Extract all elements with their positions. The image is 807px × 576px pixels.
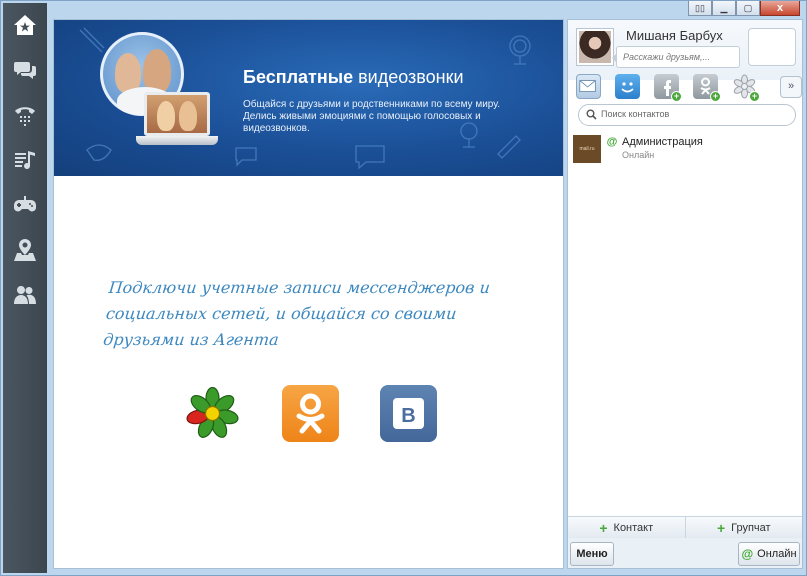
user-name[interactable]: Мишаня Барбух — [626, 28, 723, 43]
laptop-illustration — [136, 92, 218, 146]
contact-status: Онлайн — [622, 150, 655, 160]
status-button[interactable]: @ Онлайн — [738, 542, 800, 566]
chat-icon — [14, 62, 36, 79]
contact-avatar: mail.ru — [573, 135, 601, 163]
main-panel: Бесплатные видеозвонки Общайся с друзьям… — [53, 19, 564, 569]
home-star-icon — [14, 15, 36, 35]
close-icon[interactable]: x — [760, 1, 800, 16]
doodle-icon — [79, 27, 105, 53]
window-controls: ▯▯ ▁ ▢ x — [688, 1, 800, 17]
icq-icon[interactable] — [184, 385, 241, 442]
mail-icon[interactable] — [576, 74, 601, 99]
plus-icon: + — [599, 519, 608, 536]
sidebar-item-home[interactable] — [3, 3, 47, 47]
doodle-icon — [355, 145, 385, 170]
my-world-icon[interactable] — [615, 74, 640, 99]
maximize-icon[interactable]: ▢ — [736, 1, 760, 16]
contact-name: Администрация — [622, 136, 703, 148]
sidebar-item-calls[interactable] — [3, 93, 47, 137]
sidebar-item-people[interactable] — [3, 273, 47, 317]
video-calls-banner[interactable]: Бесплатные видеозвонки Общайся с друзьям… — [54, 20, 563, 176]
people-icon — [14, 286, 36, 304]
minimize-icon[interactable]: ▁ — [712, 1, 736, 16]
photo-slot[interactable] — [748, 28, 796, 66]
contact-item[interactable]: mail.ru @ Администрация Онлайн — [572, 134, 800, 164]
avatar[interactable] — [576, 28, 614, 66]
banner-title: Бесплатные видеозвонки — [243, 67, 464, 87]
profile-header: Мишаня Барбух Расскажи друзьям,... — [568, 20, 802, 80]
layout-icon[interactable]: ▯▯ — [688, 1, 712, 16]
phone-icon — [15, 107, 35, 126]
doodle-icon — [509, 35, 531, 65]
facebook-add-icon[interactable]: + — [654, 74, 682, 102]
svg-text:@: @ — [607, 136, 618, 147]
vkontakte-icon[interactable]: B — [380, 385, 437, 442]
menu-button[interactable]: Меню — [570, 542, 614, 566]
contacts-panel: Мишаня Барбух Расскажи друзьям,... + + +… — [567, 19, 803, 569]
sidebar-item-music[interactable] — [3, 138, 47, 182]
odnoklassniki-icon[interactable] — [282, 385, 339, 442]
add-contact-button[interactable]: + Контакт — [568, 517, 685, 538]
online-icon: @ — [741, 547, 754, 561]
status-input[interactable]: Расскажи друзьям,... — [612, 46, 740, 68]
add-bar: + Контакт + Групчат — [568, 516, 802, 538]
connect-accounts-text: Подключи учетные записи мессенджеров и с… — [102, 278, 491, 349]
doodle-icon — [235, 147, 257, 167]
location-icon — [14, 239, 36, 261]
banner-subtitle: Общайся с друзьями и родственниками по в… — [243, 99, 501, 134]
games-icon — [14, 196, 36, 212]
footer: Меню @ Онлайн — [568, 538, 802, 568]
music-icon — [15, 151, 35, 170]
more-services-button[interactable]: » — [780, 76, 802, 98]
add-groupchat-button[interactable]: + Групчат — [684, 517, 803, 538]
services-bar: + + + — [576, 74, 802, 102]
sidebar — [3, 3, 47, 573]
online-status-icon: @ — [607, 136, 618, 147]
sidebar-item-chat[interactable] — [3, 48, 47, 92]
app-window: ▯▯ ▁ ▢ x Бесплатные видеозвонки Общайся … — [0, 0, 807, 576]
svg-text:B: B — [401, 405, 415, 427]
doodle-icon — [86, 144, 112, 161]
sidebar-item-location[interactable] — [3, 228, 47, 272]
odnoklassniki-add-icon[interactable]: + — [693, 74, 721, 102]
search-icon — [586, 109, 597, 120]
plus-icon: + — [716, 519, 726, 536]
search-input[interactable]: Поиск контактов — [578, 104, 796, 126]
icq-add-icon[interactable]: + — [732, 74, 760, 102]
sidebar-item-games[interactable] — [3, 183, 47, 227]
